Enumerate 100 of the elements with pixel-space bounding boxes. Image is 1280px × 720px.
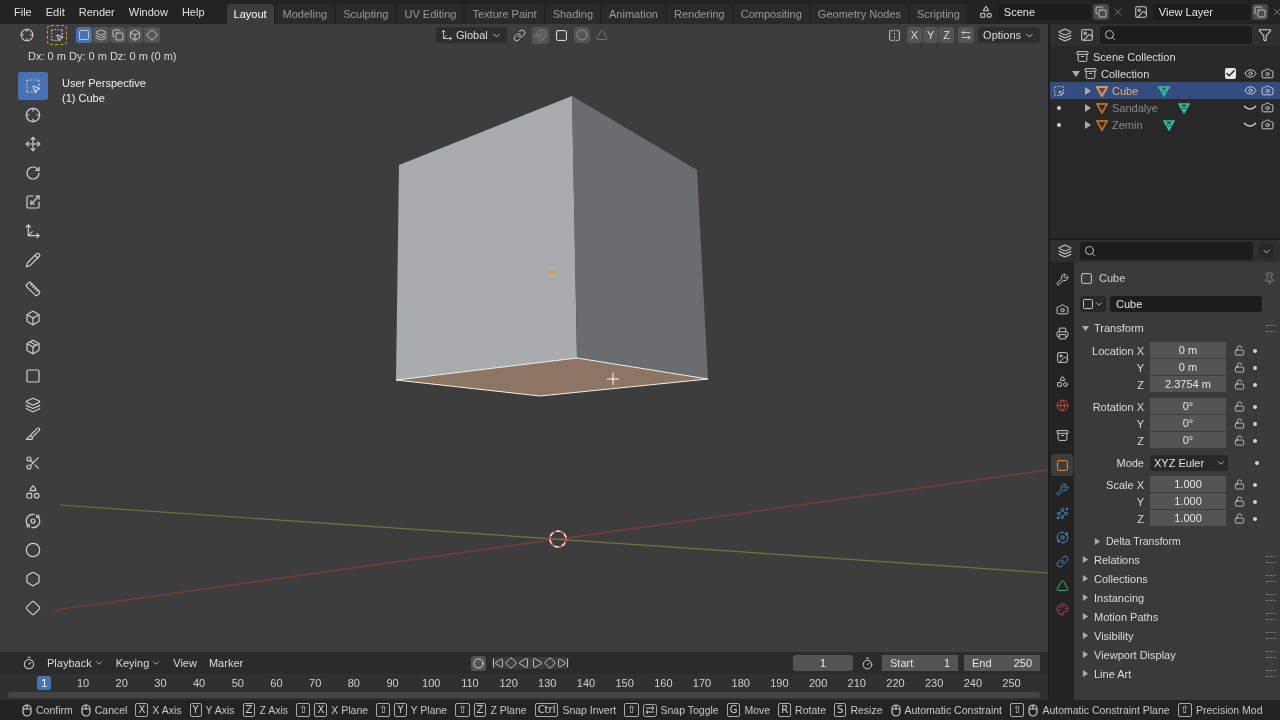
frame-tick: 80 (346, 676, 361, 690)
options-dropdown[interactable]: Options (978, 27, 1040, 43)
panel-header[interactable]: Collections (1080, 569, 1276, 588)
frame-tick: 170 (691, 676, 713, 690)
key-cap: Z (242, 703, 256, 717)
end-frame-field[interactable]: End 250 (964, 655, 1040, 671)
viewport[interactable]: Global X Y Z Options Dx: 0 m Dy: 0 m Dz: 0 m (0 m) User Perspective (1) Cube (0, 24, 1048, 652)
frame-tick: 10 (75, 676, 91, 690)
frame-tick: 70 (308, 676, 323, 690)
workspace-tab[interactable]: Rendering (666, 4, 732, 24)
menu-item[interactable]: File (8, 4, 38, 20)
panel-header[interactable]: Motion Paths (1080, 607, 1276, 626)
shortcut-label: Z Plane (490, 704, 527, 716)
shortcut-label: Automatic Constraint (904, 704, 1002, 716)
field-label: Rotation X (1091, 400, 1145, 413)
shortcut-label: Confirm (36, 704, 73, 716)
outliner-label[interactable]: Scene Collection (1093, 50, 1176, 63)
subpanel-header[interactable]: Delta Transform (1080, 532, 1276, 550)
axis-toggle[interactable]: X (906, 27, 922, 43)
panel-header[interactable]: Relations (1080, 550, 1276, 569)
frame-tick: 100 (421, 676, 442, 690)
number-field[interactable]: 0° (1150, 398, 1226, 415)
menu-item[interactable]: Help (175, 4, 211, 20)
object-name-field[interactable]: Cube (1110, 296, 1262, 312)
timeline-menu[interactable]: View (170, 656, 200, 670)
timeline-menu[interactable]: Marker (205, 656, 247, 670)
number-field[interactable]: 1.000 (1150, 510, 1226, 527)
orientation-dropdown[interactable]: Global (435, 27, 507, 43)
field-label: Scale X (1105, 478, 1145, 491)
view-layer-field[interactable]: View Layer (1152, 4, 1249, 20)
workspace-tab[interactable]: Scripting (910, 4, 967, 24)
key-cap: X (135, 703, 149, 717)
workspace-tab[interactable]: Layout (226, 4, 274, 24)
frame-tick: 90 (385, 676, 400, 690)
frame-tick: 140 (575, 676, 597, 690)
key-cap: R (778, 703, 792, 717)
key-cap: Y (394, 703, 407, 717)
number-field[interactable]: 0° (1150, 432, 1226, 449)
panel-header[interactable]: Instancing (1080, 588, 1276, 607)
workspace-tab[interactable]: Modeling (275, 4, 335, 24)
panel-header[interactable]: Transform (1080, 318, 1276, 338)
shortcut-label: Move (744, 704, 771, 716)
panel-header[interactable]: Visibility (1080, 626, 1276, 645)
panel-header[interactable]: Viewport Display (1080, 645, 1276, 664)
frame-tick: 50 (230, 676, 245, 690)
frame-tick: 150 (614, 676, 635, 690)
frame-tick: 120 (498, 676, 519, 690)
number-field[interactable]: 1.000 (1150, 476, 1226, 493)
outliner-row[interactable]: Sandalye (1050, 99, 1280, 116)
outliner-row[interactable]: Zemin (1050, 116, 1280, 133)
timeline-menu[interactable]: Keying (112, 656, 165, 670)
key-cap: ⇧ (624, 703, 639, 717)
start-frame-field[interactable]: Start 1 (882, 655, 958, 671)
shortcut-label: Snap Toggle (660, 704, 719, 716)
number-field[interactable]: 0 m (1150, 342, 1226, 359)
outliner-row[interactable]: Scene Collection (1050, 48, 1280, 65)
current-frame-field[interactable]: 1 (793, 655, 853, 671)
shortcut-label: X Axis (152, 704, 182, 716)
workspace-tab[interactable]: Shading (545, 4, 601, 24)
workspace-tab[interactable]: Sculpting (336, 4, 396, 24)
outliner-label[interactable]: Collection (1101, 67, 1150, 80)
scene-field[interactable]: Scene (997, 4, 1090, 20)
key-cap: X (314, 703, 328, 717)
shortcut-label: Cancel (94, 704, 128, 716)
key-cap: ⇧ (1177, 703, 1192, 717)
number-field[interactable]: 0° (1150, 415, 1226, 432)
menu-item[interactable]: Window (122, 4, 174, 20)
workspace-tab[interactable]: Geometry Nodes (810, 4, 908, 24)
workspace-tab[interactable]: Animation (602, 4, 665, 24)
frame-tick: 130 (537, 676, 558, 690)
panel-header[interactable]: Line Art (1080, 664, 1276, 683)
key-cap: Y (189, 703, 202, 717)
workspace-tab[interactable]: Compositing (733, 4, 809, 24)
frame-tick: 190 (769, 676, 790, 690)
menu-item[interactable]: Render (72, 4, 121, 20)
mode-dropdown[interactable]: XYZ Euler (1150, 454, 1228, 471)
key-cap: Ctrl (534, 703, 559, 717)
key-cap: ⇧ (376, 703, 391, 717)
frame-tick: 160 (653, 676, 674, 690)
number-field[interactable]: 2.3754 m (1150, 376, 1226, 393)
number-field[interactable]: 0 m (1150, 359, 1226, 376)
outliner-label[interactable]: Sandalye (1112, 101, 1158, 114)
transform-info: Dx: 0 m Dy: 0 m Dz: 0 m (0 m) (27, 49, 178, 64)
outliner-row[interactable]: Collection (1050, 65, 1280, 82)
axis-toggle[interactable]: Z (939, 27, 955, 43)
shortcut-label: Y Axis (205, 704, 235, 716)
outliner-row[interactable]: Cube (1050, 82, 1280, 99)
current-frame-marker[interactable]: 1 (37, 676, 52, 690)
timeline-menu[interactable]: Playback (44, 656, 107, 670)
field-label: Z (1136, 434, 1145, 447)
workspace-tab[interactable]: UV Editing (397, 4, 464, 24)
workspace-tab[interactable]: Texture Paint (465, 4, 544, 24)
outliner-label[interactable]: Zemin (1112, 118, 1143, 131)
menu-item[interactable]: Edit (39, 4, 71, 20)
axis-toggle[interactable]: Y (923, 27, 939, 43)
number-field[interactable]: 1.000 (1150, 493, 1226, 510)
frame-tick: 250 (1001, 676, 1022, 690)
outliner-label[interactable]: Cube (1112, 84, 1139, 97)
shortcut-label: Rotate (795, 704, 827, 716)
field-label: Z (1136, 512, 1145, 525)
